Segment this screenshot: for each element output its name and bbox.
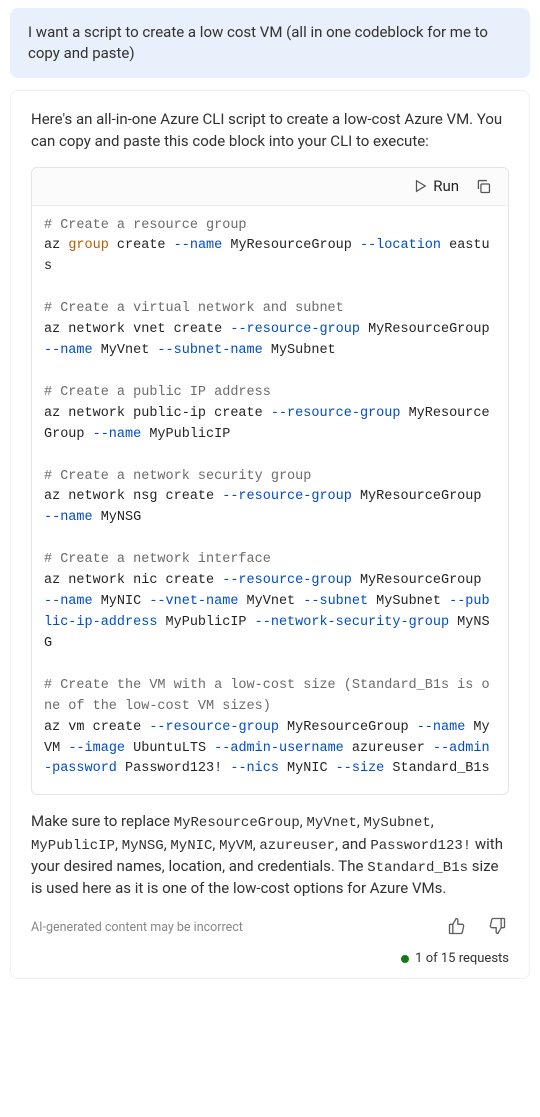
code-block: Run # Create a resource group az group c…	[31, 167, 509, 796]
user-message: I want a script to create a low cost VM …	[10, 8, 530, 78]
code-toolbar: Run	[32, 168, 508, 206]
requests-text: 1 of 15 requests	[415, 951, 509, 966]
thumbs-down-icon	[487, 916, 507, 936]
requests-status: 1 of 15 requests	[31, 951, 509, 966]
code-comment: # Create a network security group	[44, 469, 311, 484]
feedback-controls	[445, 914, 509, 941]
assistant-followup: Make sure to replace MyResourceGroup, My…	[31, 811, 509, 900]
code-comment: # Create a public IP address	[44, 385, 271, 400]
code-comment: # Create a virtual network and subnet	[44, 301, 344, 316]
code-comment: # Create a resource group	[44, 218, 247, 233]
play-icon	[413, 179, 427, 193]
message-footer: AI-generated content may be incorrect	[31, 914, 509, 941]
assistant-message: Here's an all-in-one Azure CLI script to…	[10, 90, 530, 979]
thumbs-down-button[interactable]	[485, 914, 509, 941]
copy-button[interactable]	[473, 176, 494, 197]
status-dot-icon	[401, 955, 409, 963]
code-comment: # Create a network interface	[44, 552, 271, 567]
copy-icon	[475, 178, 492, 195]
assistant-intro: Here's an all-in-one Azure CLI script to…	[31, 109, 509, 153]
run-button[interactable]: Run	[413, 177, 459, 195]
code-comment: # Create the VM with a low-cost size (St…	[44, 678, 490, 714]
thumbs-up-button[interactable]	[445, 914, 469, 941]
code-content: # Create a resource group az group creat…	[32, 206, 508, 795]
thumbs-up-icon	[447, 916, 467, 936]
run-label: Run	[433, 177, 459, 195]
disclaimer-text: AI-generated content may be incorrect	[31, 920, 243, 935]
